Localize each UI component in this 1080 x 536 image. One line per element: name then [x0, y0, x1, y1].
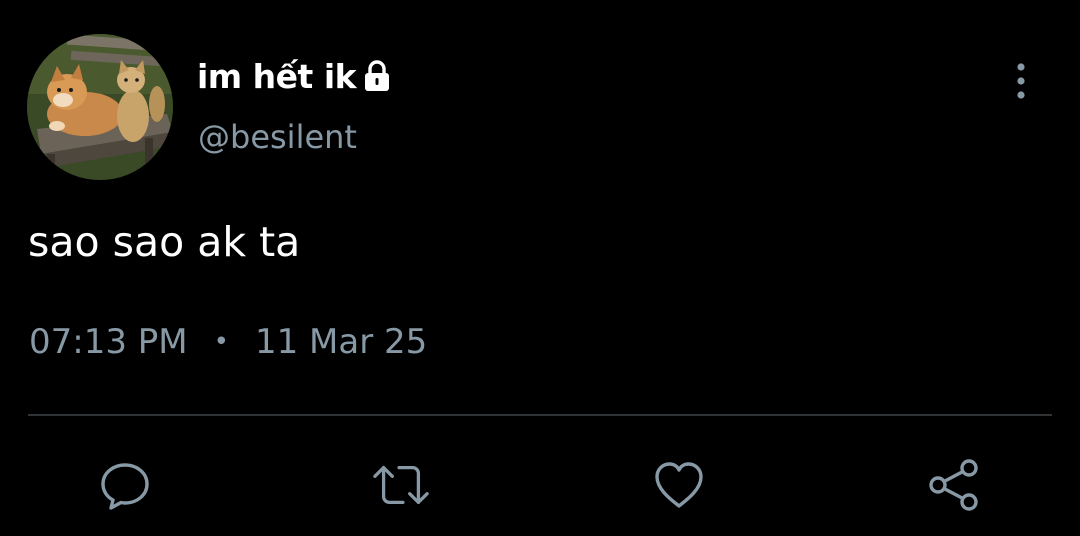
user-handle[interactable]: @besilent — [198, 118, 357, 156]
retweet-button[interactable] — [372, 456, 430, 514]
reply-button[interactable] — [96, 456, 154, 514]
tweet-time: 07:13 PM — [29, 322, 188, 362]
display-name-text: im hết ik — [197, 56, 357, 96]
display-name[interactable]: im hết ik — [197, 52, 394, 100]
avatar[interactable] — [27, 34, 173, 180]
tweet-date[interactable]: 11 Mar 25 — [255, 322, 427, 362]
tweet-text: sao sao ak ta — [28, 218, 301, 266]
share-button[interactable] — [926, 456, 984, 514]
reply-icon — [101, 463, 149, 510]
more-vertical-icon[interactable] — [1004, 60, 1038, 102]
heart-icon — [655, 462, 703, 508]
like-button[interactable] — [650, 456, 708, 514]
avatar-image — [27, 34, 173, 180]
meta-separator: • — [213, 327, 229, 357]
lock-icon — [360, 59, 394, 93]
share-icon — [929, 459, 978, 511]
divider — [28, 414, 1052, 416]
tweet-meta: 07:13 PM • 11 Mar 25 — [29, 322, 427, 362]
retweet-icon — [373, 465, 429, 505]
